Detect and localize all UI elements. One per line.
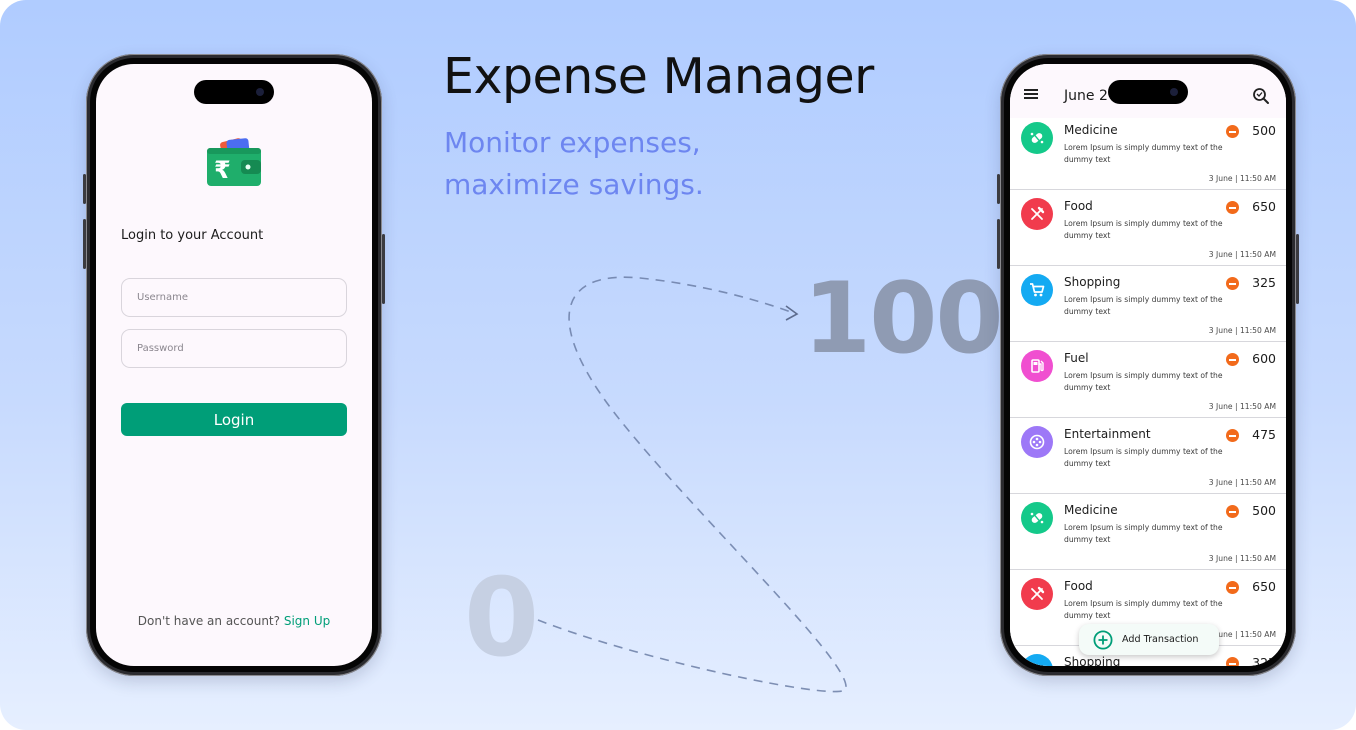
medicine-icon	[1021, 122, 1053, 154]
tagline: Monitor expenses, maximize savings.	[444, 122, 704, 206]
password-input[interactable]	[121, 329, 347, 368]
minus-circle-icon	[1226, 353, 1239, 366]
transaction-category: Shopping	[1064, 275, 1121, 289]
transaction-amount: 650	[1252, 199, 1276, 214]
transaction-timestamp: 3 June | 11:50 AM	[1208, 402, 1276, 411]
cart-icon	[1021, 274, 1053, 306]
phone-side-button	[997, 219, 1000, 269]
transaction-description: Lorem Ipsum is simply dummy text of the …	[1064, 295, 1223, 316]
phone-side-button	[382, 234, 385, 304]
phone-side-button	[83, 219, 86, 269]
minus-circle-icon	[1226, 201, 1239, 214]
cart-icon	[1021, 654, 1053, 666]
transaction-description: Lorem Ipsum is simply dummy text of the …	[1064, 523, 1223, 544]
transaction-amount: 600	[1252, 351, 1276, 366]
minus-circle-icon	[1226, 505, 1239, 518]
transaction-timestamp: 3 June | 11:50 AM	[1208, 554, 1276, 563]
transaction-category: Fuel	[1064, 351, 1089, 365]
transaction-description: Lorem Ipsum is simply dummy text of the …	[1064, 599, 1223, 620]
transaction-category: Shopping	[1064, 655, 1121, 666]
transaction-category: Food	[1064, 579, 1093, 593]
promo-canvas: 100 0 Expense Manager Monitor expenses, …	[0, 0, 1356, 730]
username-input[interactable]	[121, 278, 347, 317]
transaction-amount: 475	[1252, 427, 1276, 442]
minus-circle-icon	[1226, 277, 1239, 290]
food-icon	[1021, 578, 1053, 610]
transaction-amount: 325	[1252, 655, 1276, 666]
medicine-icon	[1021, 502, 1053, 534]
page-title: Expense Manager	[443, 48, 874, 105]
minus-circle-icon	[1226, 125, 1239, 138]
transaction-row[interactable]: Food Lorem Ipsum is simply dummy text of …	[1010, 190, 1286, 266]
wallet-logo-icon: ₹	[207, 138, 261, 186]
transaction-row[interactable]: Medicine Lorem Ipsum is simply dummy text…	[1010, 494, 1286, 570]
plus-circle-icon	[1093, 629, 1113, 650]
phone-mockup-login: ₹ Login to your Account Login Don't have…	[83, 54, 385, 676]
phone-bezel: ₹ Login to your Account Login Don't have…	[90, 58, 378, 672]
transaction-timestamp: 3 June | 11:50 AM	[1208, 174, 1276, 183]
transaction-amount: 650	[1252, 579, 1276, 594]
add-transaction-button[interactable]: Add Transaction	[1079, 624, 1219, 655]
dynamic-island	[1108, 80, 1188, 104]
minus-circle-icon	[1226, 429, 1239, 442]
minus-circle-icon	[1226, 581, 1239, 594]
transaction-description: Lorem Ipsum is simply dummy text of the …	[1064, 447, 1223, 468]
transaction-category: Food	[1064, 199, 1093, 213]
tagline-line-2: maximize savings.	[444, 168, 704, 201]
phone-bezel: June 2 Medicine Lorem Ipsum is simply dum…	[1004, 58, 1292, 672]
login-heading: Login to your Account	[121, 228, 264, 243]
transaction-row[interactable]: Shopping Lorem Ipsum is simply dummy text…	[1010, 266, 1286, 342]
film-icon	[1021, 426, 1053, 458]
transaction-timestamp: une | 11:50 AM	[1218, 630, 1276, 639]
add-transaction-label: Add Transaction	[1122, 634, 1199, 645]
signup-prompt-row: Don't have an account? Sign Up	[96, 614, 372, 628]
hamburger-menu-icon[interactable]	[1024, 89, 1038, 99]
transaction-amount: 500	[1252, 503, 1276, 518]
phone-side-button	[997, 174, 1000, 204]
deco-number-100: 100	[803, 262, 1004, 376]
tagline-line-1: Monitor expenses,	[444, 126, 701, 159]
transaction-amount: 500	[1252, 123, 1276, 138]
login-button[interactable]: Login	[121, 403, 347, 436]
expenses-screen: June 2 Medicine Lorem Ipsum is simply dum…	[1010, 64, 1286, 666]
transaction-description: Lorem Ipsum is simply dummy text of the …	[1064, 371, 1223, 392]
dynamic-island	[194, 80, 274, 104]
login-screen: ₹ Login to your Account Login Don't have…	[96, 64, 372, 666]
phone-side-button	[83, 174, 86, 204]
transaction-row[interactable]: Entertainment Lorem Ipsum is simply dummy…	[1010, 418, 1286, 494]
transaction-timestamp: 3 June | 11:50 AM	[1208, 250, 1276, 259]
deco-number-0: 0	[464, 556, 540, 681]
transaction-row[interactable]: Medicine Lorem Ipsum is simply dummy text…	[1010, 114, 1286, 190]
fuel-icon	[1021, 350, 1053, 382]
transaction-list: Medicine Lorem Ipsum is simply dummy text…	[1010, 114, 1286, 666]
transaction-description: Lorem Ipsum is simply dummy text of the …	[1064, 219, 1223, 240]
transaction-row[interactable]: Fuel Lorem Ipsum is simply dummy text of …	[1010, 342, 1286, 418]
transaction-description: Lorem Ipsum is simply dummy text of the …	[1064, 143, 1223, 164]
signup-link[interactable]: Sign Up	[284, 614, 330, 628]
transaction-timestamp: 3 June | 11:50 AM	[1208, 326, 1276, 335]
minus-circle-icon	[1226, 657, 1239, 666]
svg-text:₹: ₹	[214, 156, 231, 184]
month-label: June 2	[1064, 88, 1108, 104]
search-icon[interactable]	[1252, 87, 1270, 105]
phone-mockup-expenses: June 2 Medicine Lorem Ipsum is simply dum…	[997, 54, 1299, 676]
transaction-category: Medicine	[1064, 503, 1118, 517]
phone-side-button	[1296, 234, 1299, 304]
transaction-category: Entertainment	[1064, 427, 1151, 441]
food-icon	[1021, 198, 1053, 230]
transaction-category: Medicine	[1064, 123, 1118, 137]
signup-prompt-text: Don't have an account?	[137, 614, 280, 628]
transaction-amount: 325	[1252, 275, 1276, 290]
transaction-timestamp: 3 June | 11:50 AM	[1208, 478, 1276, 487]
